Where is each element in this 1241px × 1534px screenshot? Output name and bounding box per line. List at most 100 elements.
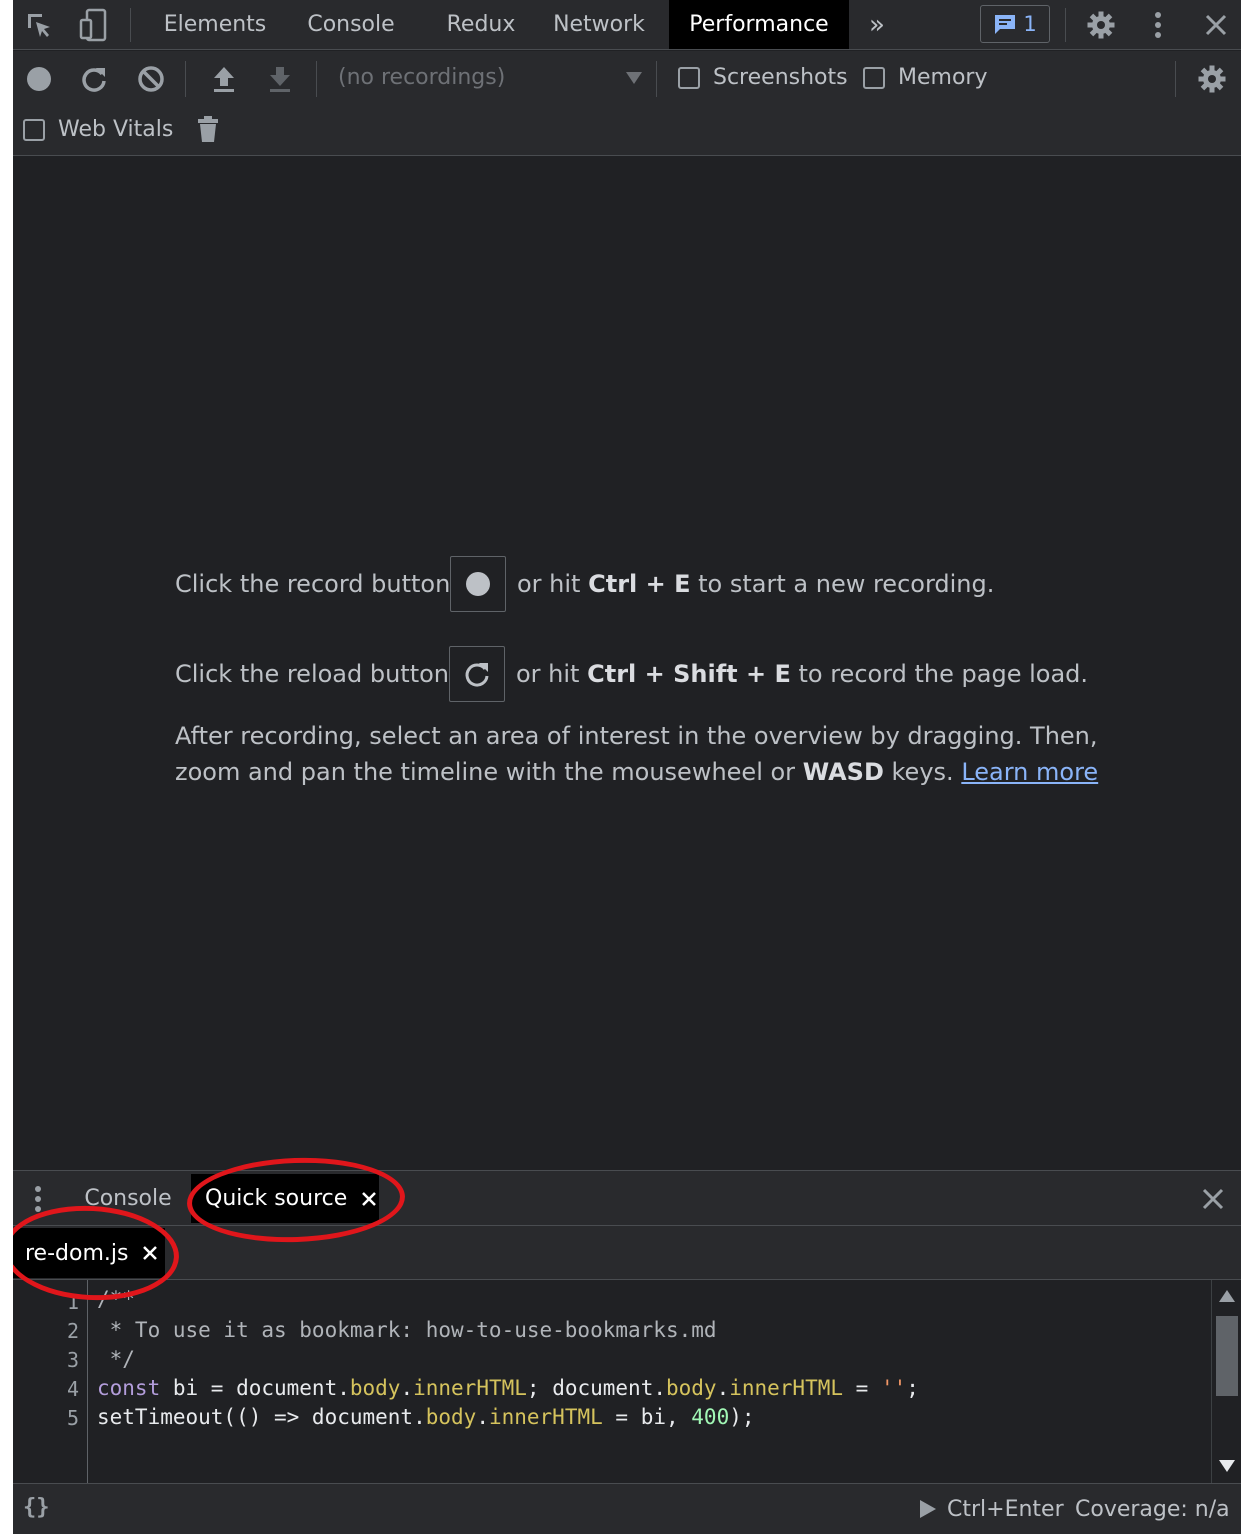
code-line-4: const bi = document.body.innerHTML; docu…	[97, 1376, 919, 1400]
e-key: E	[774, 660, 791, 688]
code-editor[interactable]: 1 2 3 4 5 /** * To use it as bookmark: h…	[13, 1280, 1241, 1483]
reload-instruction-prefix: Click the reload button	[175, 660, 450, 688]
memory-checkbox[interactable]	[863, 67, 885, 89]
drawer-tab-quick-source[interactable]: Quick source	[191, 1174, 379, 1223]
after-recording-line-2-suffix: keys.	[891, 758, 954, 786]
devtools-window: Elements Console Redux Network Performan…	[13, 0, 1241, 1534]
code-text: .	[716, 1376, 730, 1400]
code-property: innerHTML	[413, 1376, 527, 1400]
performance-toolbar: (no recordings) Screenshots Memory Web V…	[13, 51, 1241, 156]
toolbar-divider	[316, 61, 317, 97]
line-number-gutter: 1 2 3 4 5	[13, 1280, 88, 1483]
inspect-element-icon[interactable]	[21, 8, 57, 42]
line-number: 2	[66, 1319, 79, 1343]
code-text: .	[400, 1376, 414, 1400]
close-file-icon[interactable]	[142, 1245, 158, 1261]
recordings-select[interactable]: (no recordings)	[338, 65, 505, 90]
run-shortcut-label[interactable]: Ctrl+Enter	[947, 1497, 1064, 1522]
ctrl-key: Ctrl	[587, 660, 637, 688]
issues-count: 1	[1023, 12, 1037, 36]
code-property: innerHTML	[488, 1405, 603, 1429]
editor-file-tabs: re-dom.js	[13, 1226, 1241, 1280]
toolbar-divider	[185, 61, 186, 97]
record-icon	[466, 572, 490, 596]
record-instruction: Click the record button	[175, 570, 450, 598]
file-tab-re-dom[interactable]: re-dom.js	[13, 1228, 165, 1278]
settings-gear-icon[interactable]	[1083, 8, 1119, 42]
web-vitals-checkbox[interactable]	[23, 119, 45, 141]
garbage-collect-trash-icon[interactable]	[193, 113, 223, 145]
e-key: E	[674, 570, 691, 598]
performance-landing-page: Click the record button or hit Ctrl + E …	[13, 157, 1241, 1170]
record-shortcut-prefix: or hit	[517, 570, 581, 598]
code-text: ;	[906, 1376, 919, 1400]
close-devtools-icon[interactable]	[1199, 8, 1233, 42]
record-button[interactable]	[21, 61, 57, 97]
tab-network[interactable]: Network	[545, 0, 653, 49]
record-icon	[27, 67, 51, 91]
code-keyword: const	[97, 1376, 161, 1400]
main-tab-bar: Elements Console Redux Network Performan…	[13, 0, 1241, 50]
tab-elements[interactable]: Elements	[153, 0, 277, 49]
more-options-kebab-icon[interactable]	[1143, 8, 1173, 42]
record-instruction-prefix: Click the record button	[175, 570, 451, 598]
scroll-up-arrow-icon[interactable]	[1219, 1290, 1235, 1302]
upload-icon	[214, 67, 234, 92]
shift-key: Shift	[673, 660, 738, 688]
editor-status-bar: {} Ctrl+Enter Coverage: n/a	[13, 1483, 1241, 1534]
editor-scrollbar[interactable]	[1211, 1280, 1241, 1483]
close-tab-icon[interactable]	[361, 1191, 377, 1207]
line-number: 4	[66, 1377, 79, 1401]
pretty-print-braces-icon[interactable]: {}	[23, 1495, 50, 1520]
run-play-icon[interactable]	[917, 1497, 939, 1521]
scrollbar-thumb[interactable]	[1216, 1316, 1238, 1396]
memory-label: Memory	[898, 65, 988, 90]
close-drawer-icon[interactable]	[1197, 1183, 1229, 1215]
after-recording-line-1: After recording, select an area of inter…	[175, 722, 1098, 750]
drawer-tab-console[interactable]: Console	[73, 1171, 183, 1226]
code-line-5: setTimeout(() => document.body.innerHTML…	[97, 1405, 755, 1429]
clear-button[interactable]	[133, 61, 169, 97]
issues-message-icon	[995, 15, 1016, 34]
tab-redux[interactable]: Redux	[427, 0, 535, 49]
code-property: body	[425, 1405, 477, 1429]
after-recording-line-2-prefix: zoom and pan the timeline with the mouse…	[175, 758, 796, 786]
device-toolbar-icon[interactable]	[75, 6, 111, 44]
reload-shortcut-text: or hit Ctrl + Shift + E to record the pa…	[516, 660, 1089, 688]
record-shortcut-text: or hit Ctrl + E to start a new recording…	[517, 570, 995, 598]
tab-console[interactable]: Console	[295, 0, 407, 49]
issues-badge[interactable]: 1	[980, 5, 1050, 43]
after-recording-line-2: zoom and pan the timeline with the mouse…	[175, 758, 1098, 786]
screenshots-label: Screenshots	[713, 65, 848, 90]
drawer-menu-kebab-icon[interactable]	[27, 1183, 49, 1215]
code-text: ; document.	[526, 1376, 666, 1400]
toolbar-divider	[1065, 8, 1066, 42]
scroll-down-arrow-icon[interactable]	[1219, 1460, 1235, 1472]
load-profile-button[interactable]	[206, 61, 242, 97]
learn-more-link[interactable]: Learn more	[961, 758, 1098, 786]
code-line-2: * To use it as bookmark: how-to-use-book…	[97, 1318, 717, 1342]
inline-reload-button[interactable]	[449, 646, 505, 702]
reload-instruction: Click the reload button	[175, 660, 449, 688]
save-profile-button[interactable]	[262, 61, 298, 97]
recordings-dropdown-arrow-icon[interactable]	[623, 69, 645, 87]
inline-record-button[interactable]	[450, 556, 506, 612]
code-text: .	[476, 1405, 489, 1429]
toolbar-divider	[1175, 61, 1176, 97]
line-number: 1	[66, 1290, 79, 1314]
code-text: =	[843, 1376, 881, 1400]
coverage-label: Coverage: n/a	[1075, 1497, 1230, 1522]
web-vitals-label: Web Vitals	[58, 117, 174, 142]
toolbar-divider	[130, 8, 131, 42]
reload-icon	[82, 68, 106, 92]
screenshots-checkbox[interactable]	[678, 67, 700, 89]
capture-settings-gear-icon[interactable]	[1194, 61, 1230, 97]
download-icon	[270, 67, 290, 92]
tab-performance[interactable]: Performance	[669, 0, 849, 49]
reload-record-button[interactable]	[76, 61, 112, 97]
code-text: setTimeout(() => document.	[97, 1405, 426, 1429]
code-property: body	[349, 1376, 401, 1400]
code-property: innerHTML	[729, 1376, 844, 1400]
reload-shortcut-prefix: or hit	[516, 660, 580, 688]
more-tabs-chevron-icon[interactable]: »	[859, 0, 895, 49]
